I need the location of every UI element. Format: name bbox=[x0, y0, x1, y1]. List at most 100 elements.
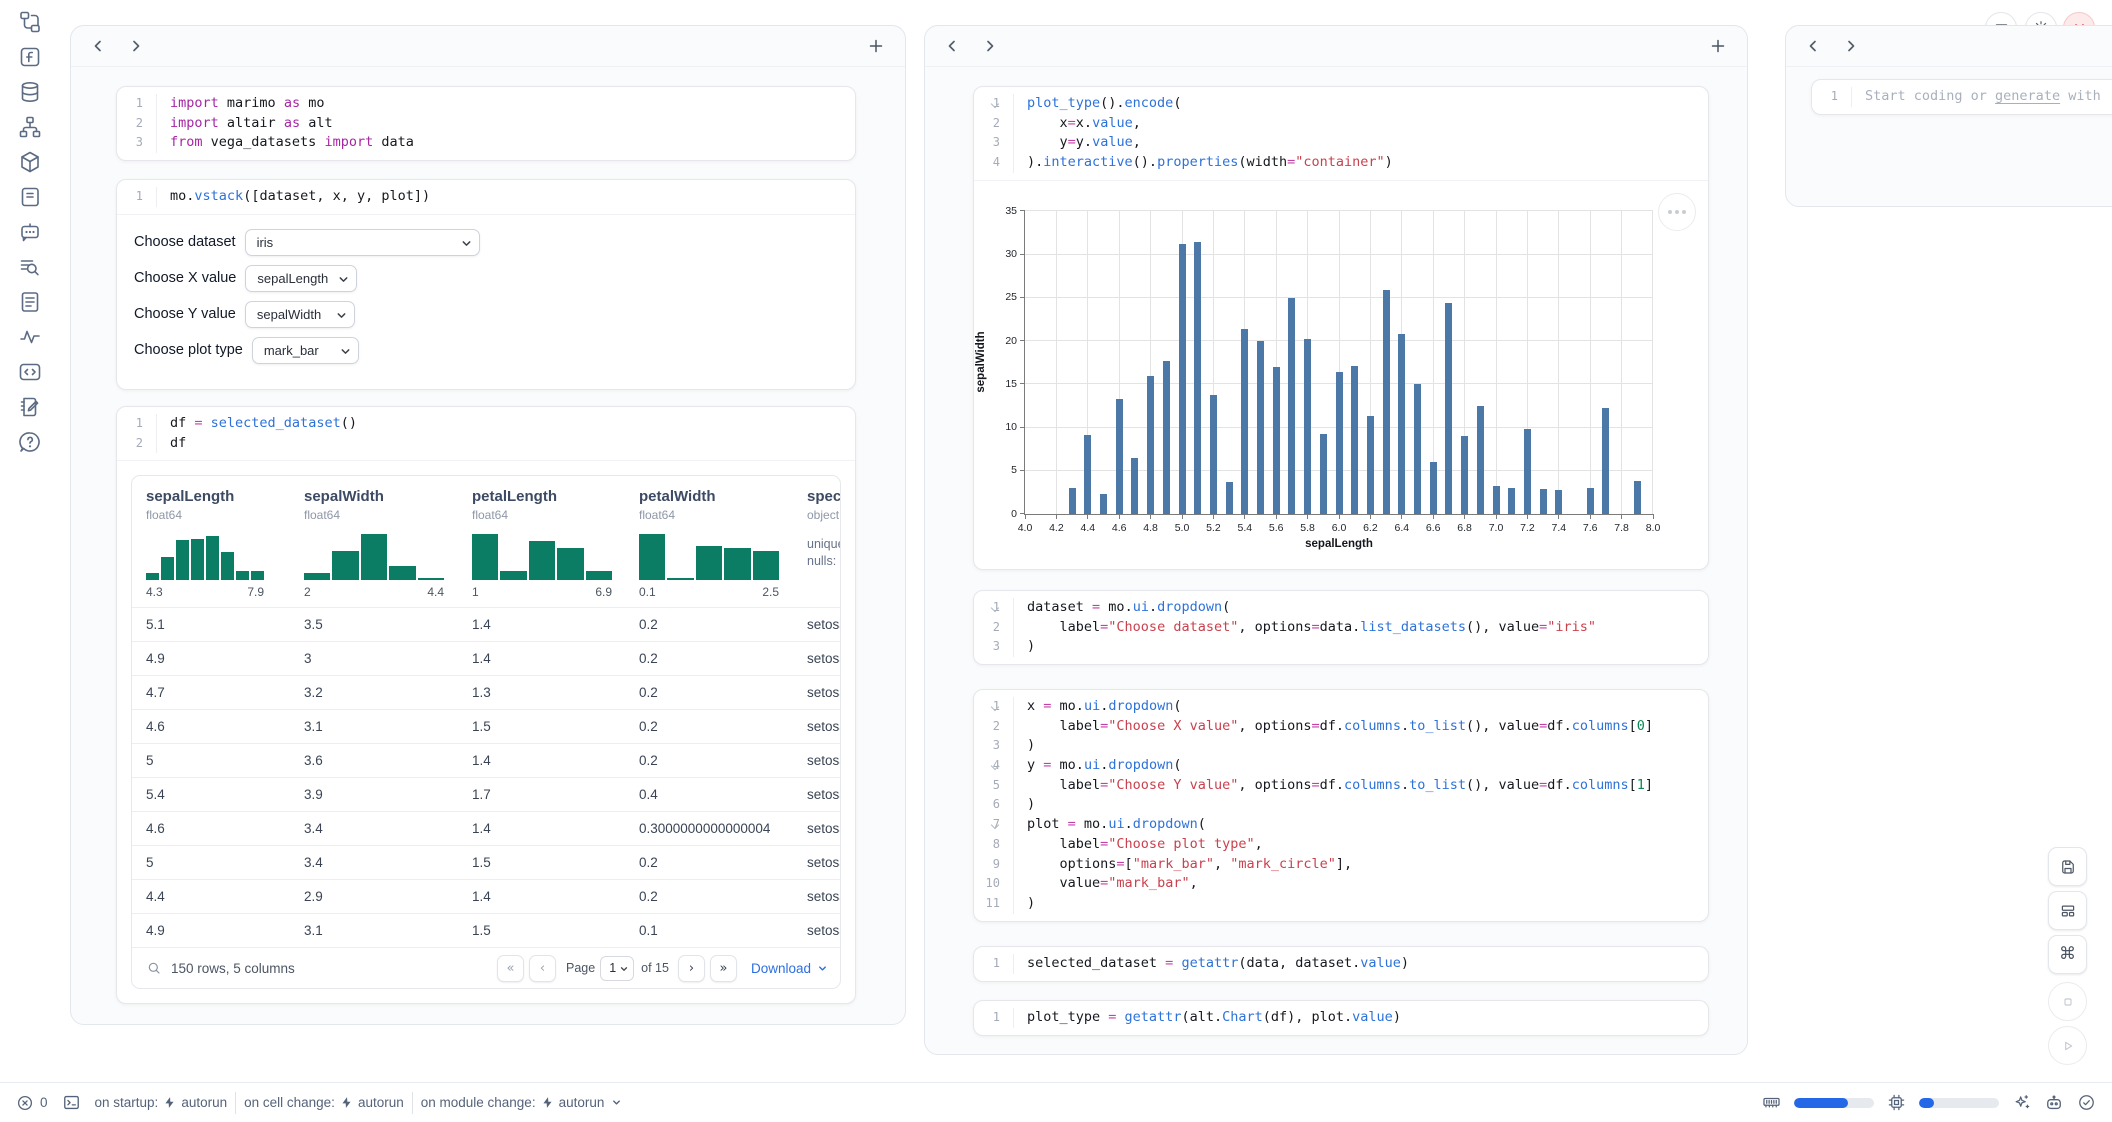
code-line: mo.vstack([dataset, x, y, plot]) bbox=[170, 187, 430, 207]
chart-bar bbox=[1179, 244, 1186, 514]
outline-icon[interactable] bbox=[17, 289, 43, 315]
code-editor[interactable]: 1234plot_type().encode( x=x.value, y=y.v… bbox=[974, 87, 1708, 180]
table-row[interactable]: 53.41.50.2setosa bbox=[132, 845, 840, 879]
y-value-select[interactable]: sepalWidth bbox=[245, 301, 355, 328]
table-row[interactable]: 4.63.11.50.2setosa bbox=[132, 709, 840, 743]
run-mode-3[interactable]: on module change:autorun bbox=[421, 1095, 623, 1110]
column-prev-button[interactable] bbox=[85, 33, 111, 59]
column-header[interactable]: petalLengthfloat6416.9 bbox=[472, 488, 639, 599]
cpu-meter bbox=[1919, 1098, 1999, 1108]
plot-type-select[interactable]: mark_bar bbox=[252, 337, 359, 364]
datasources-icon[interactable] bbox=[17, 79, 43, 105]
download-button[interactable]: Download bbox=[751, 961, 828, 976]
code-editor[interactable]: 1mo.vstack([dataset, x, y, plot]) bbox=[117, 180, 855, 214]
documentation-icon[interactable] bbox=[17, 184, 43, 210]
chart-bar bbox=[1226, 482, 1233, 514]
cell-dataset-dropdown[interactable]: 123dataset = mo.ui.dropdown( label="Choo… bbox=[973, 590, 1709, 665]
column-header[interactable]: speciesobjectuniquenulls: bbox=[807, 488, 840, 599]
x-value-select[interactable]: sepalLength bbox=[245, 265, 357, 292]
chart-bar bbox=[1587, 488, 1594, 514]
run-button[interactable] bbox=[2048, 1026, 2087, 1065]
line-number: 3 bbox=[974, 133, 1000, 153]
run-mode-1[interactable]: on startup:autorun bbox=[95, 1095, 228, 1110]
bot-icon[interactable] bbox=[2044, 1093, 2064, 1113]
stop-button[interactable] bbox=[2048, 982, 2087, 1021]
empty-cell-placeholder[interactable]: Start coding or generate with bbox=[1852, 87, 2101, 107]
terminal-button[interactable] bbox=[62, 1093, 81, 1112]
errors-indicator[interactable]: 0 bbox=[16, 1094, 48, 1112]
add-cell-button[interactable] bbox=[863, 33, 889, 59]
cell-selected-dataset[interactable]: 1selected_dataset = getattr(data, datase… bbox=[973, 946, 1709, 982]
table-row[interactable]: 4.93.11.50.1setosa bbox=[132, 913, 840, 947]
scratchpad-icon[interactable] bbox=[17, 394, 43, 420]
cell-dataframe[interactable]: 12df = selected_dataset()df sepalLengthf… bbox=[116, 406, 856, 1004]
table-row[interactable]: 4.63.41.40.3000000000000004setosa bbox=[132, 811, 840, 845]
chart-bar bbox=[1477, 406, 1484, 514]
cell-vstack[interactable]: 1mo.vstack([dataset, x, y, plot]) Choose… bbox=[116, 179, 856, 390]
column-next-button[interactable] bbox=[1838, 33, 1864, 59]
cell-empty[interactable]: 1 Start coding or generate with bbox=[1811, 79, 2112, 115]
collapse-chevron-icon bbox=[991, 762, 999, 770]
table-row[interactable]: 5.13.51.40.2setosa bbox=[132, 607, 840, 641]
ai-sparkles-icon[interactable] bbox=[2012, 1093, 2031, 1112]
chart-menu-button[interactable] bbox=[1658, 193, 1696, 231]
column-prev-button[interactable] bbox=[939, 33, 965, 59]
chart-bar bbox=[1540, 489, 1547, 514]
cell-imports[interactable]: 123import marimo as moimport altair as a… bbox=[116, 86, 856, 161]
table-row[interactable]: 53.61.40.2setosa bbox=[132, 743, 840, 777]
code-line: dataset = mo.ui.dropdown( bbox=[1027, 598, 1596, 618]
keyboard-shortcuts-icon: ⌘ bbox=[2059, 946, 2076, 963]
generate-with-ai-link[interactable]: generate bbox=[1995, 88, 2060, 104]
line-number-gutter: 123 bbox=[117, 94, 157, 153]
tracing-icon[interactable] bbox=[17, 324, 43, 350]
functions-icon[interactable] bbox=[17, 44, 43, 70]
table-row[interactable]: 4.73.21.30.2setosa bbox=[132, 675, 840, 709]
connection-status-icon[interactable] bbox=[2077, 1093, 2096, 1112]
first-page-button[interactable]: « bbox=[497, 955, 524, 982]
page-select[interactable]: 1 bbox=[600, 956, 634, 981]
dataset-select[interactable]: iris bbox=[245, 229, 480, 256]
code-editor[interactable]: 1234567891011x = mo.ui.dropdown( label="… bbox=[974, 690, 1708, 921]
help-icon[interactable] bbox=[17, 429, 43, 455]
column-prev-button[interactable] bbox=[1800, 33, 1826, 59]
run-mode-2[interactable]: on cell change:autorun bbox=[244, 1095, 404, 1110]
code-editor[interactable]: 1plot_type = getattr(alt.Chart(df), plot… bbox=[974, 1001, 1708, 1035]
cell-xy-plot-dropdowns[interactable]: 1234567891011x = mo.ui.dropdown( label="… bbox=[973, 689, 1709, 922]
column-header[interactable]: petalWidthfloat640.12.5 bbox=[639, 488, 807, 599]
table-row[interactable]: 4.42.91.40.2setosa bbox=[132, 879, 840, 913]
collapse-chevron-icon bbox=[991, 703, 999, 711]
search-icon[interactable] bbox=[146, 960, 162, 976]
table-footer: 150 rows, 5 columns « ‹ Page 1 of 15 › »… bbox=[132, 947, 840, 988]
column-header[interactable]: sepalWidthfloat6424.4 bbox=[304, 488, 472, 599]
code-line: ).interactive().properties(width="contai… bbox=[1027, 153, 1393, 173]
code-line: ) bbox=[1027, 795, 1653, 815]
code-editor[interactable]: 12df = selected_dataset()df bbox=[117, 407, 855, 460]
cell-plot-type[interactable]: 1plot_type = getattr(alt.Chart(df), plot… bbox=[973, 1000, 1709, 1036]
line-number: 3 bbox=[974, 637, 1000, 657]
column-header[interactable]: sepalLengthfloat644.37.9 bbox=[146, 488, 304, 599]
ai-chat-icon[interactable] bbox=[17, 219, 43, 245]
prev-page-button[interactable]: ‹ bbox=[529, 955, 556, 982]
code-editor[interactable]: 1selected_dataset = getattr(data, datase… bbox=[974, 947, 1708, 981]
snippets-icon[interactable] bbox=[17, 359, 43, 385]
code-line: options=["mark_bar", "mark_circle"], bbox=[1027, 855, 1653, 875]
cell-plot[interactable]: 1234plot_type().encode( x=x.value, y=y.v… bbox=[973, 86, 1709, 570]
file-explorer-icon[interactable] bbox=[17, 9, 43, 35]
keyboard-shortcuts-button[interactable]: ⌘ bbox=[2048, 935, 2087, 974]
add-cell-button[interactable] bbox=[1705, 33, 1731, 59]
table-row[interactable]: 5.43.91.70.4setosa bbox=[132, 777, 840, 811]
code-line: import marimo as mo bbox=[170, 94, 414, 114]
code-editor[interactable]: 123import marimo as moimport altair as a… bbox=[117, 87, 855, 160]
next-page-button[interactable]: › bbox=[678, 955, 705, 982]
dependency-graph-icon[interactable] bbox=[17, 114, 43, 140]
packages-icon[interactable] bbox=[17, 149, 43, 175]
column-next-button[interactable] bbox=[123, 33, 149, 59]
logs-icon[interactable] bbox=[17, 254, 43, 280]
layout-toggle-button[interactable] bbox=[2048, 891, 2087, 930]
save-button[interactable] bbox=[2048, 847, 2087, 886]
table-row[interactable]: 4.931.40.2setosa bbox=[132, 641, 840, 675]
code-editor[interactable]: 123dataset = mo.ui.dropdown( label="Choo… bbox=[974, 591, 1708, 664]
last-page-button[interactable]: » bbox=[710, 955, 737, 982]
column-next-button[interactable] bbox=[977, 33, 1003, 59]
line-number-gutter: 1234 bbox=[974, 94, 1014, 173]
